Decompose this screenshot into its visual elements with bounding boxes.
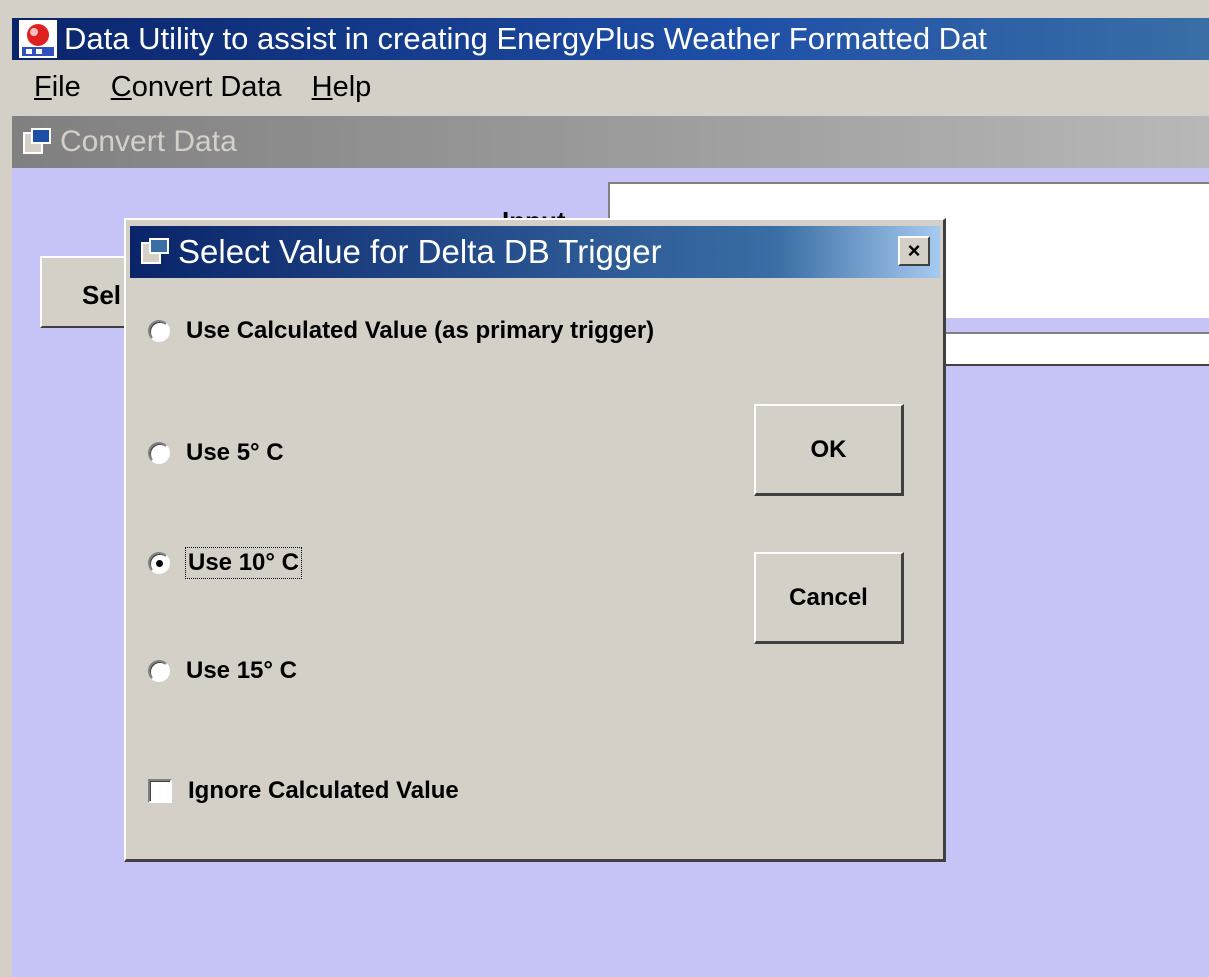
option-calculated-value[interactable]: Use Calculated Value (as primary trigger…	[148, 316, 668, 346]
radio-button-selected[interactable]	[148, 552, 170, 574]
radio-button[interactable]	[148, 442, 170, 464]
option-10c[interactable]: Use 10° C	[148, 547, 302, 579]
dialog-titlebar[interactable]: Select Value for Delta DB Trigger ×	[130, 226, 940, 278]
app-titlebar[interactable]: Data Utility to assist in creating Energ…	[12, 18, 1209, 60]
menu-bar: File Convert Data Help	[12, 64, 1209, 110]
checkbox[interactable]	[148, 779, 172, 803]
app-icon[interactable]	[18, 19, 58, 59]
window-icon	[22, 127, 52, 157]
cancel-button[interactable]: Cancel	[754, 552, 904, 644]
option-5c[interactable]: Use 5° C	[148, 438, 284, 468]
radio-button[interactable]	[148, 320, 170, 342]
close-icon: ×	[907, 238, 921, 263]
child-titlebar[interactable]: Convert Data	[12, 116, 1209, 168]
window-icon	[140, 237, 170, 267]
option-label: Use 10° C	[185, 547, 302, 579]
checkbox-label: Ignore Calculated Value	[188, 777, 459, 804]
app-title: Data Utility to assist in creating Energ…	[64, 21, 987, 56]
dialog-title: Select Value for Delta DB Trigger	[178, 233, 662, 270]
menu-file[interactable]: File	[34, 71, 81, 104]
option-15c[interactable]: Use 15° C	[148, 656, 297, 686]
menu-convert-data[interactable]: Convert Data	[111, 71, 282, 104]
option-label: Use 15° C	[186, 657, 297, 684]
delta-db-trigger-dialog: Select Value for Delta DB Trigger × Use …	[124, 218, 946, 862]
child-title: Convert Data	[60, 125, 237, 158]
radio-button[interactable]	[148, 660, 170, 682]
app-window: Data Utility to assist in creating Energ…	[0, 0, 1209, 977]
close-button[interactable]: ×	[898, 236, 930, 266]
ok-button[interactable]: OK	[754, 404, 904, 496]
output-file-field[interactable]	[942, 332, 1209, 366]
option-label: Use Calculated Value (as primary trigger…	[186, 317, 655, 344]
menu-help[interactable]: Help	[312, 71, 372, 104]
ignore-calculated-checkbox[interactable]: Ignore Calculated Value	[148, 776, 459, 806]
option-label: Use 5° C	[186, 439, 284, 466]
